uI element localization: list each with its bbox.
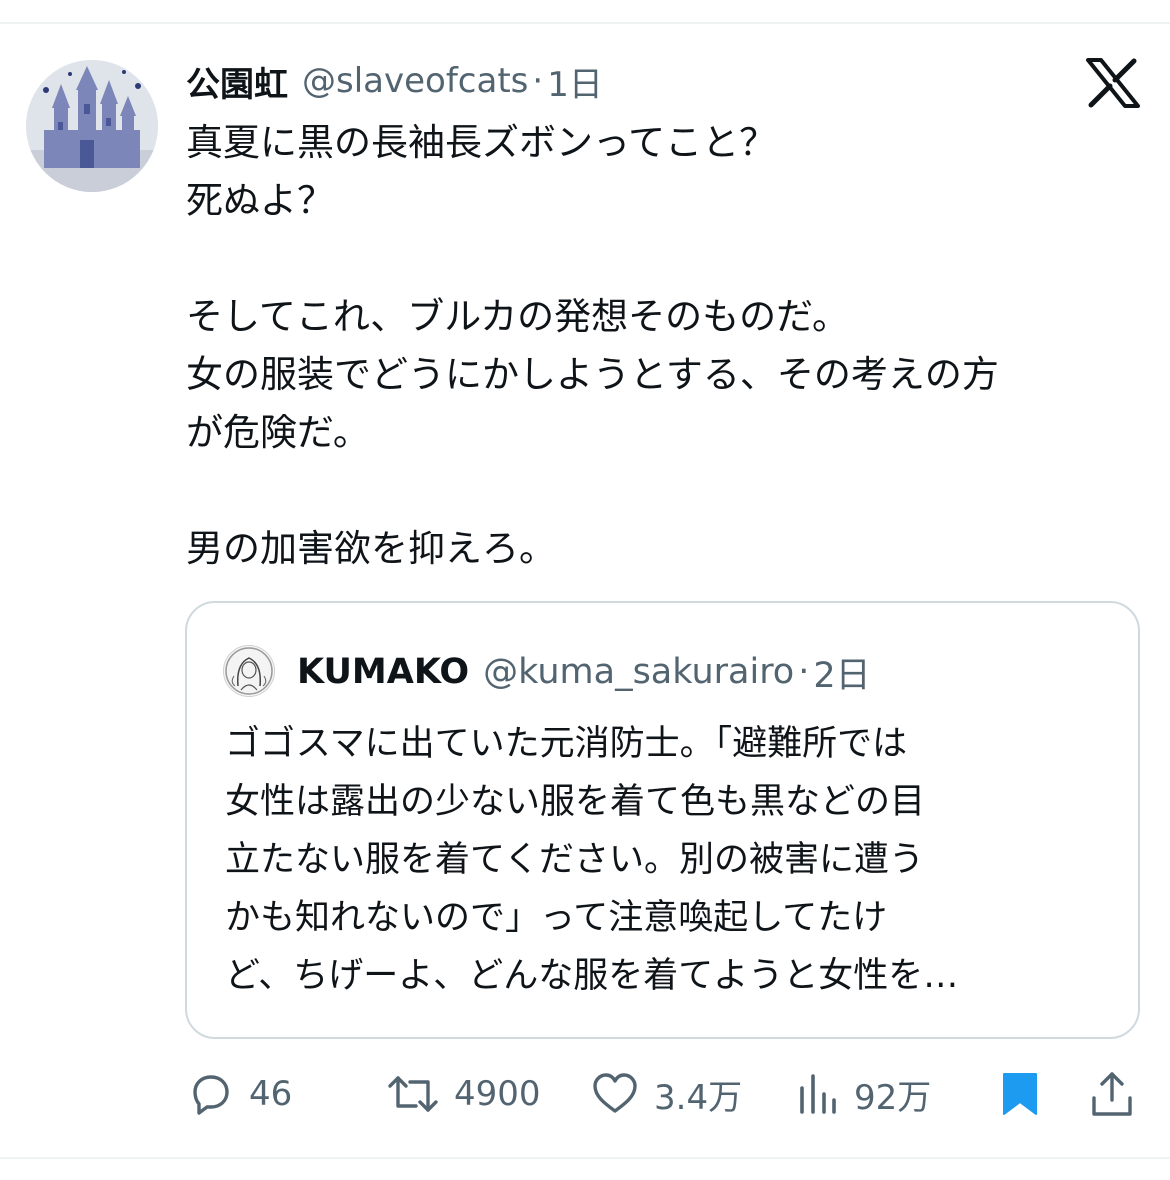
tweet-line: 死ぬよ？ bbox=[186, 179, 334, 222]
quoted-line: 立たない服を着てください。別の被害に遭う bbox=[225, 840, 924, 880]
tweet-line: そしてこれ、ブルカの発想そのものだ。 bbox=[186, 295, 850, 338]
reply-icon bbox=[193, 1075, 229, 1115]
bookmark-icon bbox=[1003, 1073, 1037, 1115]
like-count: 3.4万 bbox=[654, 1077, 743, 1118]
x-logo-icon[interactable] bbox=[1086, 58, 1140, 108]
quoted-line: ゴゴスマに出ていた元消防士。「避難所では bbox=[225, 724, 908, 764]
quoted-author-avatar[interactable] bbox=[223, 645, 275, 697]
quoted-line: かも知れないので」って注意喚起してたけ bbox=[225, 898, 888, 938]
retweet-count: 4900 bbox=[454, 1074, 541, 1114]
reply-count: 46 bbox=[249, 1074, 293, 1114]
quoted-timestamp[interactable]: 2日 bbox=[813, 647, 870, 698]
share-button[interactable] bbox=[1088, 1062, 1136, 1126]
quoted-line: ど、ちげーよ、どんな服を着てようと女性を… bbox=[225, 956, 959, 996]
separator-dot: · bbox=[798, 652, 810, 692]
tweet-timestamp[interactable]: 1日 bbox=[547, 57, 603, 106]
illustration-avatar-image bbox=[224, 646, 274, 696]
reply-button[interactable]: 46 bbox=[187, 1062, 292, 1126]
castle-avatar-image bbox=[26, 60, 158, 192]
action-bar: 46 4900 3.4万 92万 bbox=[0, 1062, 1170, 1126]
tweet-line: 女の服装でどうにかしようとする、その考えの方 bbox=[186, 353, 999, 396]
retweet-icon bbox=[388, 1076, 438, 1112]
share-icon bbox=[1092, 1072, 1132, 1116]
tweet-line: が危険だ。 bbox=[186, 411, 370, 454]
tweet-header: 公園虹 @slaveofcats · 1日 bbox=[186, 56, 603, 106]
top-divider bbox=[0, 22, 1170, 24]
quoted-tweet-card[interactable]: KUMAKO @kuma_sakurairo · 2日 ゴゴスマに出ていた元消防… bbox=[185, 601, 1140, 1039]
tweet-line: 真夏に黒の長袖長ズボンってこと？ bbox=[186, 121, 777, 164]
quoted-line: 女性は露出の少ない服を着て色も黒などの目 bbox=[225, 782, 926, 822]
heart-icon bbox=[593, 1073, 637, 1113]
author-handle[interactable]: @slaveofcats bbox=[302, 61, 528, 101]
like-button[interactable]: 3.4万 bbox=[590, 1062, 742, 1126]
quoted-tweet-header: KUMAKO @kuma_sakurairo · 2日 bbox=[297, 645, 871, 699]
quoted-author-handle[interactable]: @kuma_sakurairo bbox=[483, 652, 794, 692]
views-chart-icon bbox=[800, 1074, 836, 1114]
bottom-divider bbox=[0, 1157, 1170, 1159]
views-count: 92万 bbox=[854, 1077, 932, 1118]
quoted-tweet-text: ゴゴスマに出ていた元消防士。「避難所では 女性は露出の少ない服を着て色も黒などの… bbox=[225, 715, 1105, 1005]
author-name[interactable]: 公園虹 bbox=[186, 57, 288, 106]
views-button[interactable]: 92万 bbox=[796, 1062, 931, 1126]
quoted-author-name[interactable]: KUMAKO bbox=[297, 652, 469, 692]
author-avatar[interactable] bbox=[26, 60, 158, 192]
retweet-button[interactable]: 4900 bbox=[386, 1062, 541, 1126]
tweet-text: 真夏に黒の長袖長ズボンってこと？ 死ぬよ？ そしてこれ、ブルカの発想そのものだ。… bbox=[186, 114, 1146, 578]
bookmark-button[interactable] bbox=[998, 1062, 1042, 1126]
tweet-line: 男の加害欲を抑えろ。 bbox=[186, 527, 556, 570]
separator-dot: · bbox=[532, 61, 544, 101]
